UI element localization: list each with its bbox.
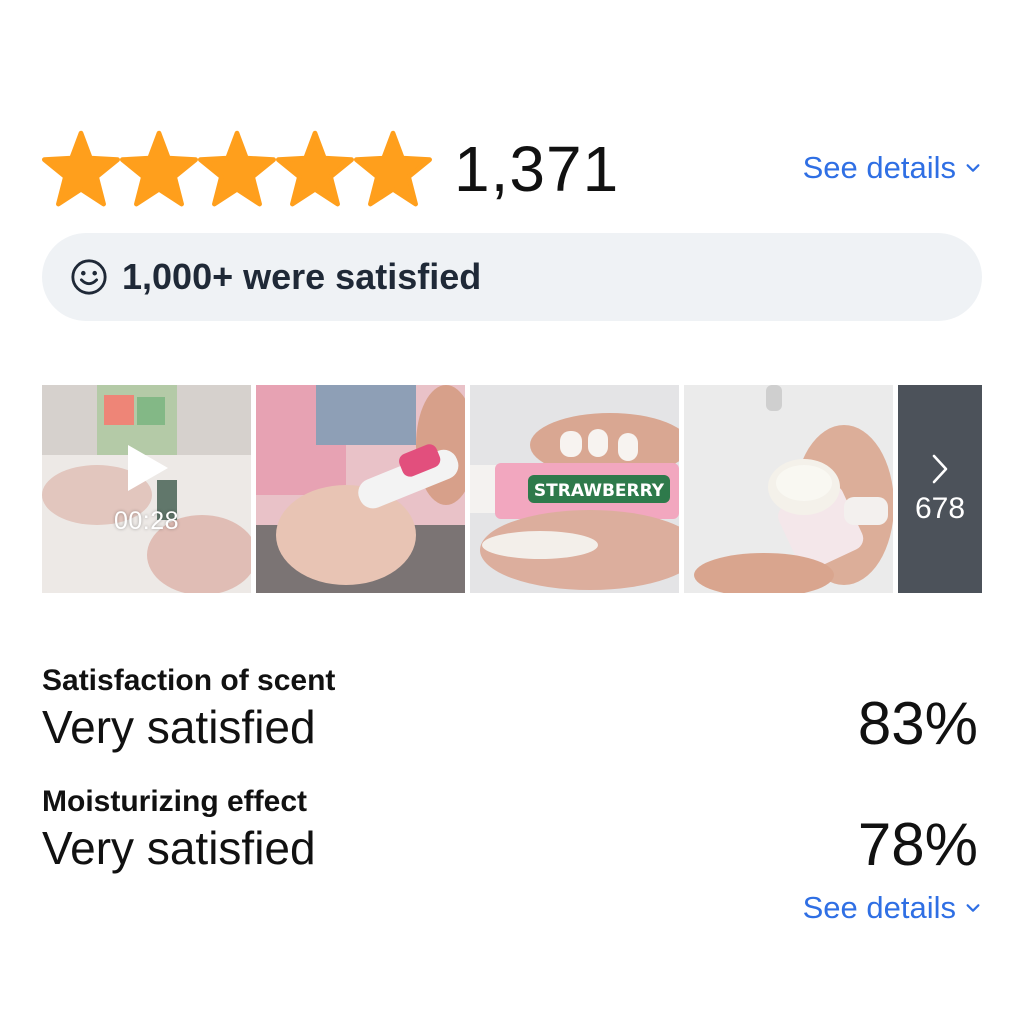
metric-percent: 83% (857, 690, 978, 757)
review-media-gallery: 00:28 STRAWBERRY 678 (42, 385, 982, 593)
more-media-count: 678 (914, 492, 966, 525)
product-label: STRAWBERRY (534, 481, 665, 501)
review-photo[interactable] (256, 385, 465, 593)
review-photo[interactable]: STRAWBERRY (470, 385, 679, 593)
more-media-button[interactable]: 678 (898, 385, 982, 593)
star-icon (276, 130, 354, 208)
rating-summary: 1,371 See details (42, 128, 982, 208)
star-icon (354, 130, 432, 208)
see-details-link[interactable]: See details (803, 150, 982, 186)
review-photo-image (256, 385, 465, 593)
play-icon (128, 445, 168, 491)
metric-moisturizing: Moisturizing effect Very satisfied 78% (42, 785, 982, 878)
smile-icon (71, 259, 107, 295)
see-details-link[interactable]: See details (803, 890, 982, 926)
star-icon (120, 130, 198, 208)
review-photo-image: STRAWBERRY (470, 385, 679, 593)
see-details-label: See details (802, 150, 956, 185)
review-photo-image (684, 385, 893, 593)
see-details-label: See details (802, 890, 956, 925)
chevron-down-icon (966, 164, 980, 172)
metric-value: Very satisfied (42, 701, 316, 753)
chevron-right-icon (932, 454, 948, 484)
star-icon (198, 130, 276, 208)
review-photo[interactable] (684, 385, 893, 593)
metric-scent: Satisfaction of scent Very satisfied 83% (42, 664, 982, 757)
star-rating (42, 130, 432, 208)
video-overlay: 00:28 (42, 385, 251, 593)
satisfied-banner: 1,000+ were satisfied (42, 233, 982, 321)
video-duration: 00:28 (113, 507, 180, 535)
metric-label: Moisturizing effect (42, 785, 308, 818)
metric-value: Very satisfied (42, 822, 316, 874)
metric-percent: 78% (857, 811, 978, 878)
satisfied-text: 1,000+ were satisfied (122, 256, 482, 297)
review-count: 1,371 (454, 133, 620, 205)
chevron-down-icon (966, 904, 980, 912)
metric-label: Satisfaction of scent (42, 664, 336, 697)
video-thumbnail[interactable]: 00:28 (42, 385, 251, 593)
star-icon (42, 130, 120, 208)
